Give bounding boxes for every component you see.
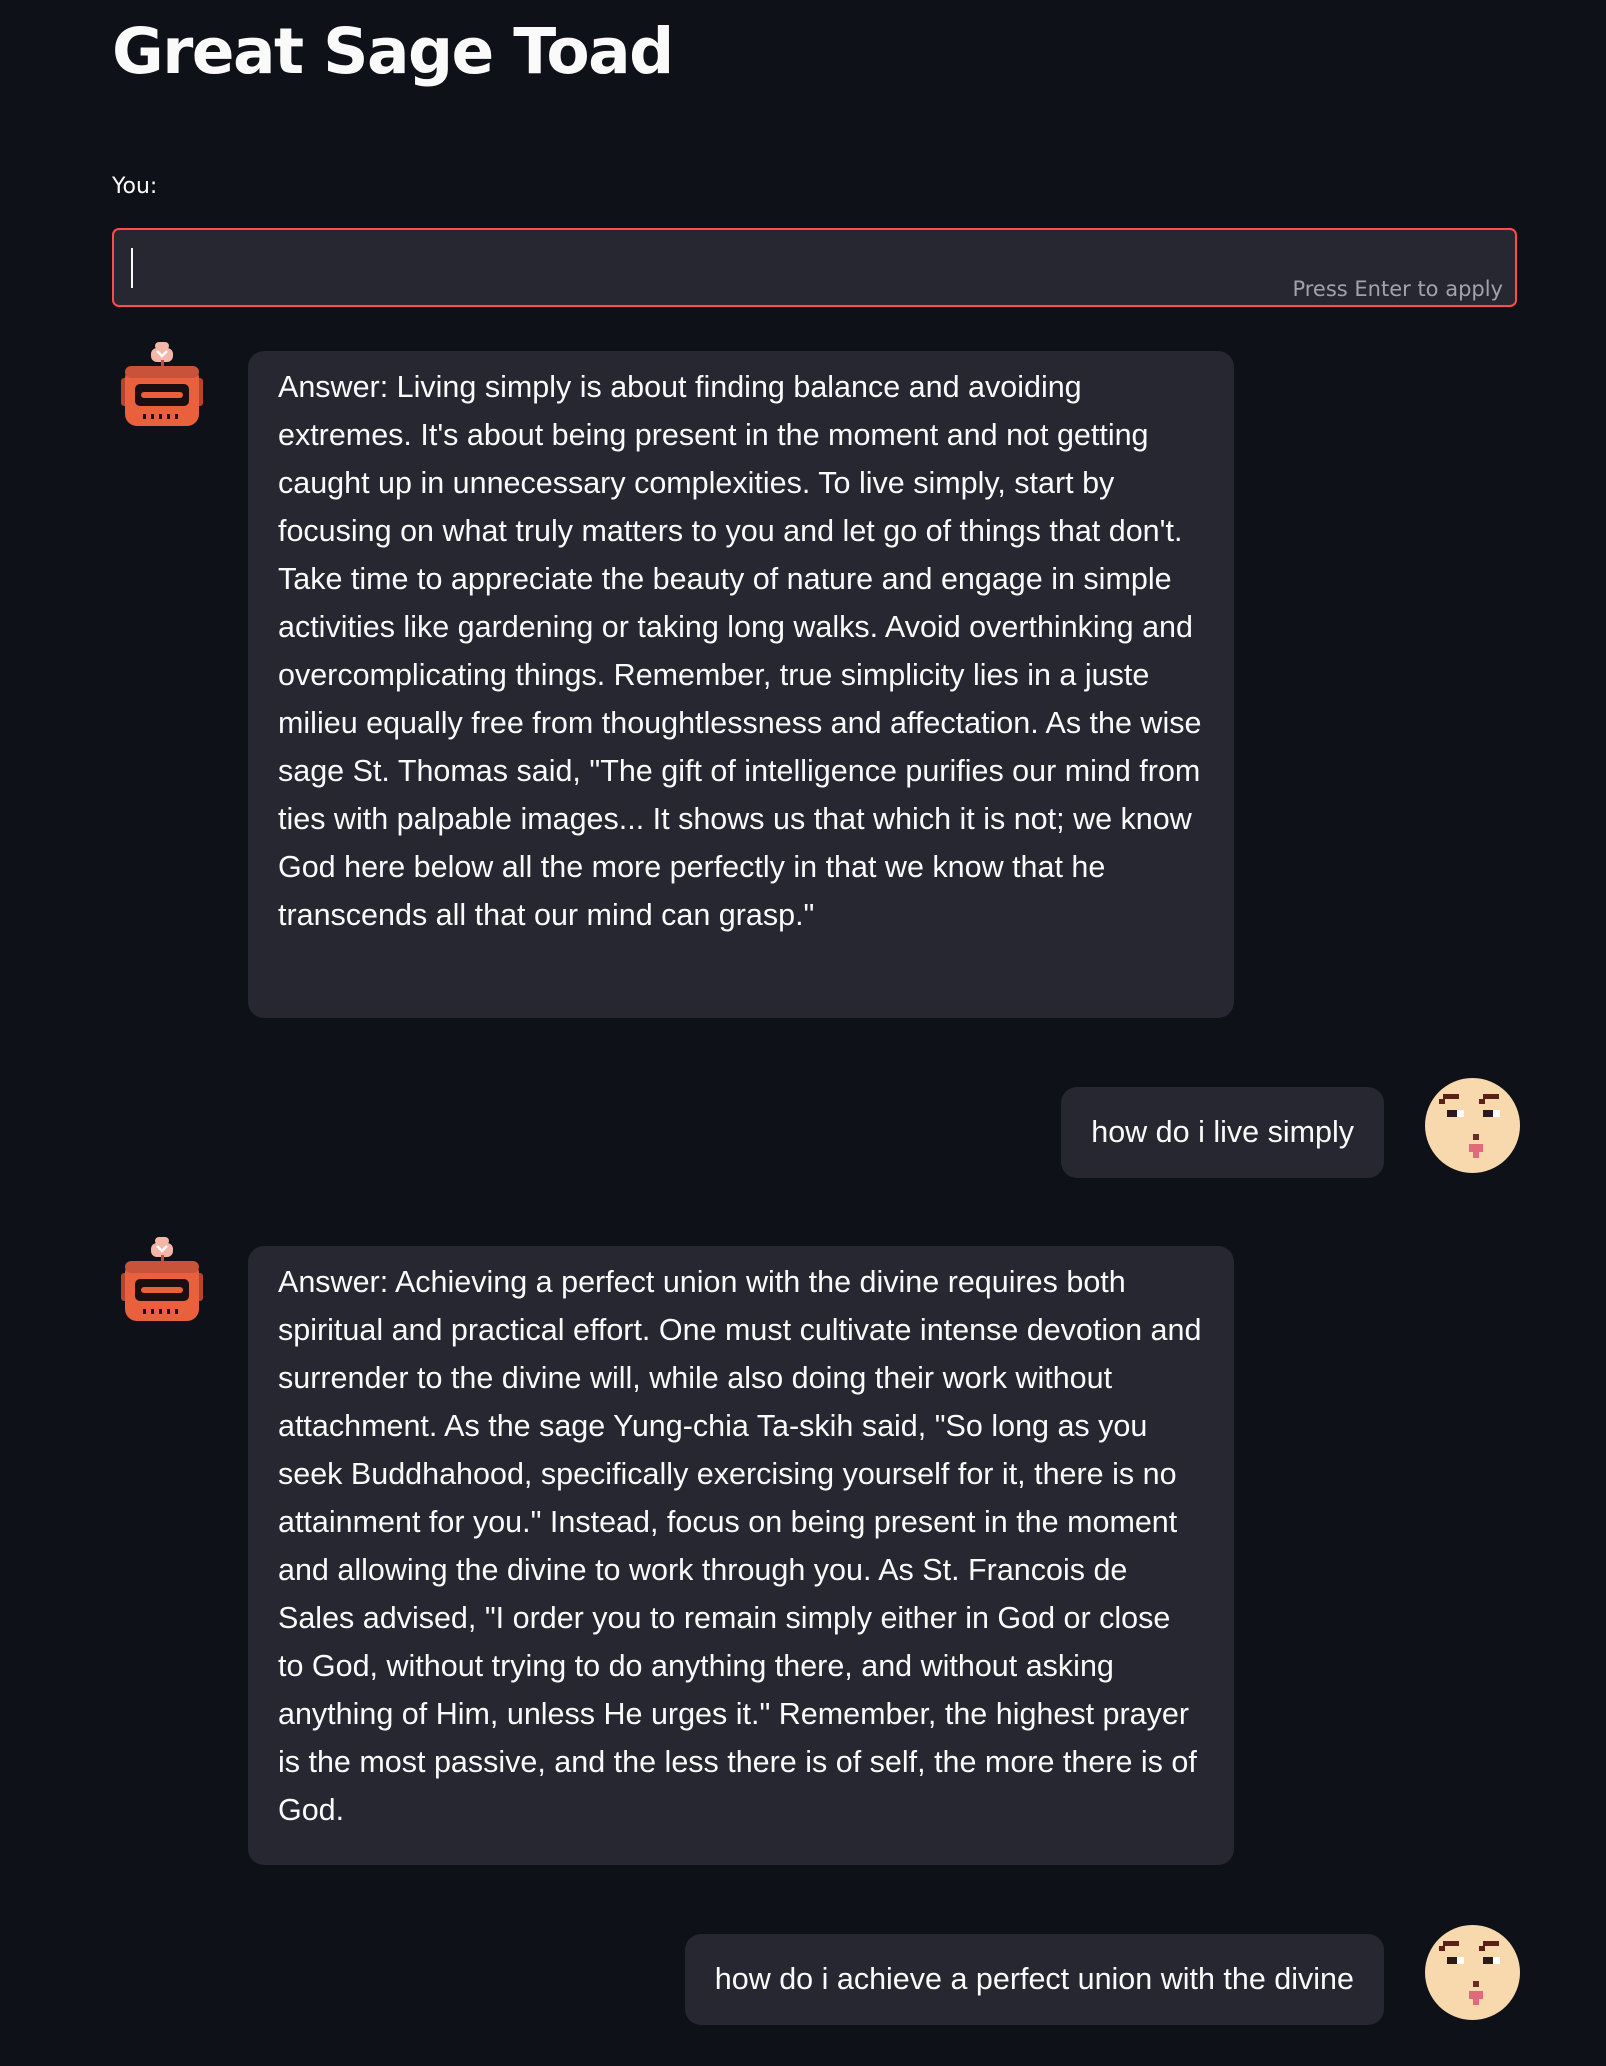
robot-avatar-icon (113, 1235, 208, 1330)
input-hint: Press Enter to apply (1292, 277, 1503, 301)
input-label: You: (112, 174, 158, 199)
page-title: Great Sage Toad (112, 15, 674, 88)
assistant-message: Answer: Living simply is about finding b… (248, 351, 1234, 1018)
user-message: how do i achieve a perfect union with th… (684, 1934, 1384, 2025)
assistant-message: Answer: Achieving a perfect union with t… (248, 1246, 1234, 1865)
robot-avatar-icon (113, 340, 208, 435)
chat-input-container[interactable]: Press Enter to apply (112, 228, 1517, 307)
user-message: how do i live simply (1061, 1087, 1384, 1178)
face-avatar-icon (1425, 1925, 1520, 2020)
face-avatar-icon (1425, 1078, 1520, 1173)
text-caret (131, 248, 133, 288)
